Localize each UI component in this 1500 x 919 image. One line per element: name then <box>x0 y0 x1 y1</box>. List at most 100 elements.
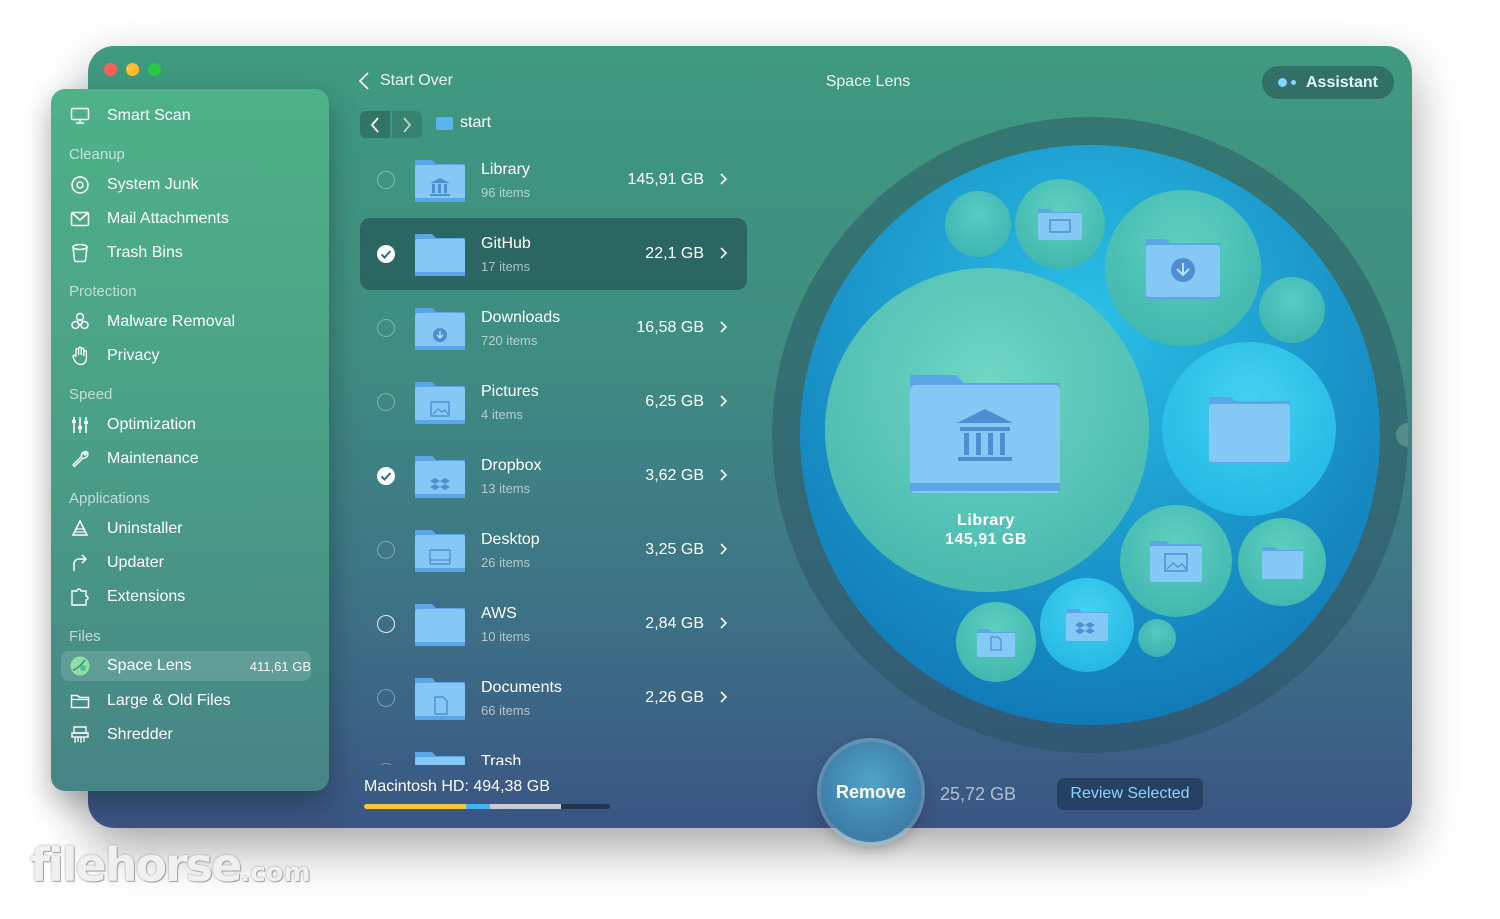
start-over-label: Start Over <box>380 72 453 89</box>
folder-row-pictures[interactable]: Pictures 4 items 6,25 GB <box>360 366 747 438</box>
trash-icon <box>69 242 91 264</box>
navigation-buttons <box>360 111 422 138</box>
update-arrow-icon <box>69 552 91 574</box>
sidebar-item-label: Uninstaller <box>107 520 183 537</box>
section-title-speed: Speed <box>69 386 113 403</box>
minimize-button[interactable] <box>126 63 139 76</box>
folder-row-trash[interactable]: Trash <box>360 736 747 765</box>
zoom-button[interactable] <box>148 63 161 76</box>
sidebar-item-smart-scan[interactable]: Smart Scan <box>69 101 313 131</box>
sidebar-item-trash-bins[interactable]: Trash Bins <box>69 238 313 268</box>
lens-center-name: Library <box>957 512 1015 529</box>
picture-icon <box>415 380 465 424</box>
chevron-right-icon[interactable] <box>719 318 729 336</box>
row-checkbox[interactable] <box>377 245 395 263</box>
folder-row-documents[interactable]: Documents 66 items 2,26 GB <box>360 662 747 734</box>
folder-name: Dropbox <box>481 457 542 474</box>
disk-usage-segment <box>466 804 490 809</box>
monitor-icon <box>69 105 91 127</box>
chevron-left-icon <box>358 72 369 90</box>
row-checkbox[interactable] <box>377 541 395 559</box>
folder-item-count: 720 items <box>481 333 538 348</box>
folder-row-aws[interactable]: AWS 10 items 2,84 GB <box>360 588 747 660</box>
row-checkbox[interactable] <box>377 171 395 189</box>
review-selected-button[interactable]: Review Selected <box>1057 778 1203 810</box>
window-controls <box>104 63 161 76</box>
sliders-icon <box>69 414 91 436</box>
row-checkbox[interactable] <box>377 689 395 707</box>
folder-row-desktop[interactable]: Desktop 26 items 3,25 GB <box>360 514 747 586</box>
wrench-icon <box>69 448 91 470</box>
folder-item-count: 17 items <box>481 259 531 274</box>
sidebar-item-shredder[interactable]: Shredder <box>69 720 313 750</box>
checkmark-icon <box>380 472 392 481</box>
folder-size: 6,25 GB <box>645 393 704 410</box>
assistant-button[interactable]: Assistant <box>1262 66 1394 99</box>
row-checkbox[interactable] <box>377 763 395 765</box>
folder-size: 3,62 GB <box>645 467 704 484</box>
chevron-right-icon[interactable] <box>719 392 729 410</box>
sidebar-item-privacy[interactable]: Privacy <box>69 341 313 371</box>
apps-icon <box>69 518 91 540</box>
space-lens-size: 411,61 GB <box>249 658 311 674</box>
sidebar-item-large-old-files[interactable]: Large & Old Files <box>69 686 313 716</box>
folder-row-downloads[interactable]: Downloads 720 items 16,58 GB <box>360 292 747 364</box>
sidebar-item-updater[interactable]: Updater <box>69 548 313 578</box>
chevron-right-icon[interactable] <box>719 466 729 484</box>
folder-item-count: 13 items <box>481 481 531 496</box>
breadcrumb-label: start <box>460 114 492 131</box>
document-icon <box>415 676 465 720</box>
assistant-dots-icon <box>1277 78 1296 87</box>
close-button[interactable] <box>104 63 117 76</box>
selected-size: 25,72 GB <box>940 784 1017 804</box>
chevron-right-icon[interactable] <box>719 170 729 188</box>
dropbox-icon <box>415 454 465 498</box>
back-nav-button[interactable] <box>360 111 390 138</box>
bubble-small[interactable] <box>1138 619 1176 657</box>
mail-icon <box>69 208 91 230</box>
folder-icon <box>415 232 465 276</box>
folder-size: 16,58 GB <box>636 319 704 336</box>
watermark-text: filehorse <box>30 838 242 892</box>
forward-nav-button[interactable] <box>392 111 422 138</box>
folder-row-dropbox[interactable]: Dropbox 13 items 3,62 GB <box>360 440 747 512</box>
folder-item-count: 10 items <box>481 629 531 644</box>
sidebar-item-uninstaller[interactable]: Uninstaller <box>69 514 313 544</box>
row-checkbox[interactable] <box>377 615 395 633</box>
folder-name: Pictures <box>481 383 539 400</box>
row-checkbox[interactable] <box>377 393 395 411</box>
row-checkbox[interactable] <box>377 467 395 485</box>
library-icon <box>910 375 1060 493</box>
sidebar-item-label: Space Lens <box>107 657 192 674</box>
sidebar-item-label: Large & Old Files <box>107 692 231 709</box>
folder-row-library[interactable]: Library 96 items 145,91 GB <box>360 144 747 216</box>
watermark-logo: filehorse.com <box>30 838 311 892</box>
bubble-small[interactable] <box>1259 277 1325 343</box>
breadcrumb[interactable]: start <box>436 114 491 132</box>
chevron-right-icon[interactable] <box>719 614 729 632</box>
chevron-right-icon[interactable] <box>719 244 729 262</box>
picture-icon <box>1150 541 1202 582</box>
chevron-right-icon[interactable] <box>719 688 729 706</box>
sidebar-item-system-junk[interactable]: System Junk <box>69 170 313 200</box>
bubble-small[interactable] <box>945 191 1011 257</box>
folder-row-github[interactable]: GitHub 17 items 22,1 GB <box>360 218 747 290</box>
sidebar-item-maintenance[interactable]: Maintenance <box>69 444 313 474</box>
sidebar-item-optimization[interactable]: Optimization <box>69 410 313 440</box>
folder-name: GitHub <box>481 235 531 252</box>
folder-name: AWS <box>481 605 517 622</box>
sidebar-item-malware-removal[interactable]: Malware Removal <box>69 307 313 337</box>
folder-item-count: 66 items <box>481 703 531 718</box>
sidebar-item-label: Malware Removal <box>107 313 236 330</box>
start-over-button[interactable]: Start Over <box>358 72 453 90</box>
sidebar-item-space-lens[interactable]: Space Lens 411,61 GB <box>61 651 311 681</box>
folder-item-count: 96 items <box>481 185 531 200</box>
sidebar-item-extensions[interactable]: Extensions <box>69 582 313 612</box>
chevron-right-icon[interactable] <box>719 540 729 558</box>
row-checkbox[interactable] <box>377 319 395 337</box>
folder-name: Trash <box>481 753 522 765</box>
folder-icon <box>415 750 465 765</box>
sidebar-item-mail-attachments[interactable]: Mail Attachments <box>69 204 313 234</box>
remove-button[interactable]: Remove <box>821 742 921 842</box>
section-title-cleanup: Cleanup <box>69 146 125 163</box>
